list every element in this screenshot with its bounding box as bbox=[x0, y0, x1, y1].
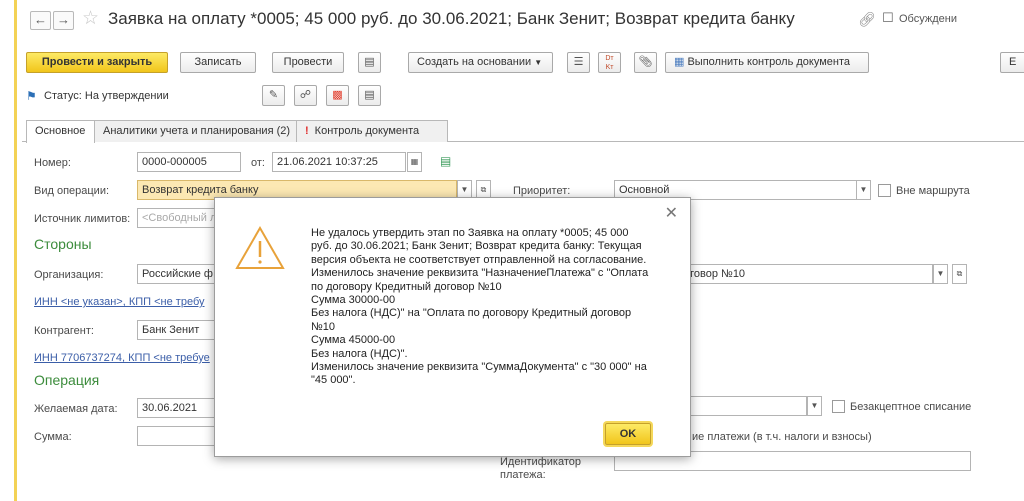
route-map-icon[interactable]: ▩ bbox=[326, 85, 349, 106]
limits-source-field[interactable]: <Свободный л bbox=[137, 208, 217, 228]
create-based-on-label: Создать на основании bbox=[417, 56, 532, 68]
dialog-line: Не удалось утвердить этап по Заявка на о… bbox=[311, 227, 629, 239]
dialog-line: №10 bbox=[311, 320, 336, 333]
operation-section-title: Операция bbox=[34, 372, 100, 388]
off-route-label: Вне маршрута bbox=[896, 185, 970, 197]
off-route-checkbox[interactable] bbox=[878, 184, 891, 197]
tab-document-control[interactable]: ! Контроль документа bbox=[296, 120, 448, 142]
payment-id-label-2: платежа: bbox=[500, 469, 546, 481]
calendar-icon[interactable]: ▦ bbox=[407, 152, 422, 172]
list-icon[interactable]: ☰ bbox=[567, 52, 590, 73]
priority-label: Приоритет: bbox=[513, 185, 571, 197]
more-button[interactable]: Е bbox=[1000, 52, 1024, 73]
edit-icon[interactable]: ✎ bbox=[262, 85, 285, 106]
limits-source-label: Источник лимитов: bbox=[34, 213, 131, 225]
window-title: Заявка на оплату *0005; 45 000 руб. до 3… bbox=[108, 9, 795, 28]
desired-date-field[interactable]: 30.06.2021 bbox=[137, 398, 217, 418]
amount-field[interactable] bbox=[137, 426, 217, 446]
acceptless-checkbox[interactable] bbox=[832, 400, 845, 413]
number-field[interactable]: 0000-000005 bbox=[137, 152, 241, 172]
dialog-line: Изменилось значение реквизита "СуммаДоку… bbox=[311, 361, 647, 374]
chevron-down-icon: ▼ bbox=[534, 58, 543, 67]
save-button[interactable]: Записать bbox=[180, 52, 256, 73]
amount-label: Сумма: bbox=[34, 431, 72, 443]
create-based-on-button[interactable]: Создать на основании ▼ bbox=[408, 52, 553, 73]
dialog-line: версия объекта не соответствует отправле… bbox=[311, 253, 647, 266]
acceptless-label: Безакцептное списание bbox=[850, 401, 972, 413]
print-icon[interactable]: ▤ bbox=[358, 52, 381, 73]
organization-field[interactable]: Российские ф bbox=[137, 264, 217, 284]
contractor-inn-link[interactable]: ИНН 7706737274, КПП <не требуе bbox=[34, 352, 210, 364]
desired-date-label: Желаемая дата: bbox=[34, 403, 118, 415]
back-button[interactable]: ← bbox=[30, 11, 51, 30]
acceptance-dropdown-icon[interactable]: ▼ bbox=[807, 396, 822, 416]
favorite-star-icon[interactable]: ☆ bbox=[82, 7, 99, 30]
contract-field[interactable]: оговор №10 bbox=[680, 264, 933, 284]
dialog-message: Не удалось утвердить этап по Заявка на о… bbox=[311, 227, 673, 388]
number-label: Номер: bbox=[34, 157, 71, 169]
document-icon[interactable]: ▤ bbox=[358, 85, 381, 106]
forward-button[interactable]: → bbox=[53, 11, 74, 30]
contractor-label: Контрагент: bbox=[34, 325, 94, 337]
error-dialog: ✕ Не удалось утвердить этап по Заявка на… bbox=[214, 197, 691, 457]
post-and-close-button[interactable]: Провести и закрыть bbox=[26, 52, 168, 73]
organization-label: Организация: bbox=[34, 269, 104, 281]
run-document-check-button[interactable]: ▦ Выполнить контроль документа bbox=[665, 52, 869, 73]
discussion-icon[interactable]: ☐ bbox=[882, 10, 894, 26]
run-check-label: Выполнить контроль документа bbox=[687, 56, 851, 68]
status-text: Статус: На утверждении bbox=[44, 90, 169, 102]
cancel-doc-icon[interactable]: ☍ bbox=[294, 85, 317, 106]
acceptance-field[interactable]: й bbox=[680, 396, 807, 416]
close-icon[interactable]: ✕ bbox=[665, 203, 678, 223]
warning-icon bbox=[235, 226, 285, 269]
dialog-line: "45 000". bbox=[311, 374, 356, 387]
date-label: от: bbox=[251, 157, 265, 169]
contract-dropdown-icon[interactable]: ▼ bbox=[933, 264, 948, 284]
dialog-line: Без налога (НДС)" на "Оплата по договору… bbox=[311, 307, 632, 320]
payments-text: ие платежи (в т.ч. налоги и взносы) bbox=[692, 431, 872, 443]
tab-main[interactable]: Основное bbox=[26, 120, 95, 143]
discussions-label[interactable]: Обсуждени bbox=[899, 13, 957, 25]
priority-dropdown-icon[interactable]: ▼ bbox=[856, 180, 871, 200]
contract-open-icon[interactable]: ⧉ bbox=[952, 264, 967, 284]
dialog-line: Изменилось значение реквизита "Назначени… bbox=[311, 267, 649, 280]
dialog-line: Без налога (НДС)". bbox=[311, 347, 408, 360]
dialog-line: Сумма 45000-00 bbox=[311, 334, 396, 347]
post-button[interactable]: Провести bbox=[272, 52, 344, 73]
payment-id-label: Идентификатор bbox=[500, 456, 581, 468]
ok-button[interactable]: OK bbox=[605, 423, 651, 445]
sides-section-title: Стороны bbox=[34, 236, 92, 252]
date-field[interactable]: 21.06.2021 10:37:25 bbox=[272, 152, 406, 172]
check-icon: ▦ bbox=[674, 56, 685, 68]
tab-analytics[interactable]: Аналитики учета и планирования (2) bbox=[94, 120, 297, 142]
contractor-field[interactable]: Банк Зенит bbox=[137, 320, 217, 340]
dialog-line: по договору Кредитный договор №10 bbox=[311, 280, 502, 293]
organization-inn-link[interactable]: ИНН <не указан>, КПП <не требу bbox=[34, 296, 205, 308]
dialog-line: руб. до 30.06.2021; Банк Зенит; Возврат … bbox=[311, 240, 642, 253]
error-icon: ! bbox=[305, 125, 309, 137]
left-accent-bar bbox=[14, 0, 17, 501]
operation-type-label: Вид операции: bbox=[34, 185, 110, 197]
number-settings-icon[interactable]: ▤ bbox=[440, 154, 451, 168]
link-icon[interactable]: 🔗︎ bbox=[858, 11, 876, 28]
tab-document-control-label: Контроль документа bbox=[314, 125, 420, 137]
dt-kt-icon[interactable]: Dт Kт bbox=[598, 52, 621, 73]
flag-icon: ⚑ bbox=[26, 89, 37, 103]
attachment-icon[interactable]: 📎︎ bbox=[634, 52, 657, 73]
dialog-line: Сумма 30000-00 bbox=[311, 294, 396, 307]
